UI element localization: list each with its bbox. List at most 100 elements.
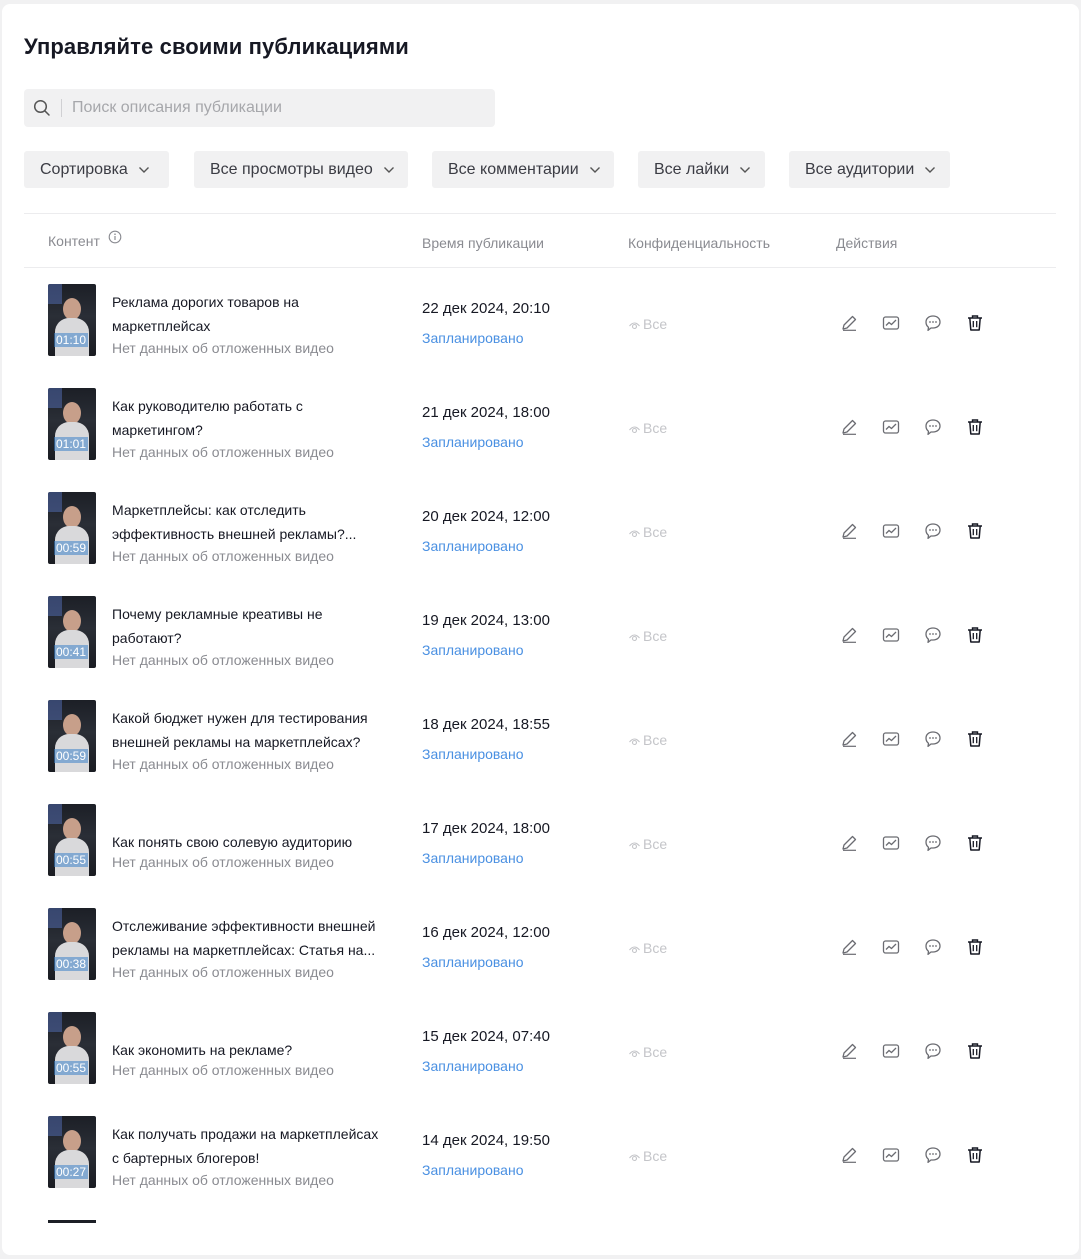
filter-sort[interactable]: Сортировка: [24, 151, 169, 188]
video-title[interactable]: Как получать продажи на маркетплейсах с …: [112, 1122, 387, 1170]
status-link[interactable]: Запланировано: [422, 642, 524, 658]
eye-icon: [628, 630, 641, 643]
comment-icon[interactable]: [922, 312, 944, 334]
pencil-icon[interactable]: [838, 728, 860, 750]
video-thumbnail[interactable]: 00:55: [48, 804, 96, 876]
trash-icon[interactable]: [964, 520, 986, 542]
privacy-label: Все: [643, 1148, 668, 1164]
video-subtitle: Нет данных об отложенных видео: [112, 964, 334, 980]
trash-icon[interactable]: [964, 624, 986, 646]
video-title[interactable]: Как понять свою солевую аудиторию: [112, 830, 387, 854]
video-title[interactable]: Как руководителю работать с маркетингом?: [112, 394, 387, 442]
filter-audience[interactable]: Все аудитории: [789, 151, 950, 188]
filter-label: Все аудитории: [805, 160, 915, 178]
table-row[interactable]: 00:38 Отслеживание эффективности внешней…: [2, 896, 1079, 1000]
comment-icon[interactable]: [922, 624, 944, 646]
comment-icon[interactable]: [922, 1144, 944, 1166]
chart-icon[interactable]: [880, 728, 902, 750]
chart-icon[interactable]: [880, 520, 902, 542]
comment-icon[interactable]: [922, 728, 944, 750]
video-thumbnail[interactable]: 00:59: [48, 700, 96, 772]
table-row[interactable]: 01:10 Реклама дорогих товаров на маркетп…: [2, 272, 1079, 376]
privacy-label: Все: [643, 940, 668, 956]
video-thumbnail[interactable]: 00:27: [48, 1116, 96, 1188]
search-input[interactable]: [72, 99, 472, 117]
publish-time: 16 дек 2024, 12:00: [422, 924, 550, 941]
status-link[interactable]: Запланировано: [422, 1162, 524, 1178]
status-link[interactable]: Запланировано: [422, 434, 524, 450]
publish-time: 14 дек 2024, 19:50: [422, 1132, 550, 1149]
privacy-value: Все: [628, 524, 667, 540]
video-title[interactable]: Отслеживание эффективности внешней рекла…: [112, 914, 387, 962]
video-title[interactable]: Реклама дорогих товаров на маркетплейсах: [112, 290, 387, 338]
filter-views[interactable]: Все просмотры видео: [194, 151, 408, 188]
table-row[interactable]: 00:27 Как получать продажи на маркетплей…: [2, 1104, 1079, 1208]
video-thumbnail[interactable]: 01:01: [48, 388, 96, 460]
trash-icon[interactable]: [964, 416, 986, 438]
filter-likes[interactable]: Все лайки: [638, 151, 765, 188]
pencil-icon[interactable]: [838, 936, 860, 958]
comment-icon[interactable]: [922, 936, 944, 958]
trash-icon[interactable]: [964, 936, 986, 958]
pencil-icon[interactable]: [838, 1040, 860, 1062]
status-link[interactable]: Запланировано: [422, 746, 524, 762]
video-subtitle: Нет данных об отложенных видео: [112, 444, 334, 460]
status-link[interactable]: Запланировано: [422, 1058, 524, 1074]
filter-comments[interactable]: Все комментарии: [432, 151, 614, 188]
table-row[interactable]: 00:59 Маркетплейсы: как отследить эффект…: [2, 480, 1079, 584]
comment-icon[interactable]: [922, 832, 944, 854]
pencil-icon[interactable]: [838, 1144, 860, 1166]
search-separator: [61, 99, 62, 117]
trash-icon[interactable]: [964, 1040, 986, 1062]
search-box[interactable]: [24, 89, 495, 127]
chart-icon[interactable]: [880, 624, 902, 646]
thumbnail-light: [48, 700, 62, 720]
status-link[interactable]: Запланировано: [422, 330, 524, 346]
status-link[interactable]: Запланировано: [422, 954, 524, 970]
trash-icon[interactable]: [964, 728, 986, 750]
video-title[interactable]: Маркетплейсы: как отследить эффективност…: [112, 498, 387, 546]
eye-icon: [628, 1150, 641, 1163]
video-thumbnail[interactable]: 00:55: [48, 1012, 96, 1084]
pencil-icon[interactable]: [838, 416, 860, 438]
video-thumbnail[interactable]: 00:41: [48, 596, 96, 668]
table-row[interactable]: 00:41 Почему рекламные креативы не работ…: [2, 584, 1079, 688]
chart-icon[interactable]: [880, 1144, 902, 1166]
video-subtitle: Нет данных об отложенных видео: [112, 756, 334, 772]
chevron-down-icon: [739, 166, 751, 174]
video-thumbnail[interactable]: 01:10: [48, 284, 96, 356]
thumbnail-person: [63, 298, 81, 320]
thumbnail-person: [63, 1026, 81, 1048]
chart-icon[interactable]: [880, 936, 902, 958]
chart-icon[interactable]: [880, 312, 902, 334]
trash-icon[interactable]: [964, 312, 986, 334]
thumbnail-light: [48, 596, 62, 616]
video-title[interactable]: Как экономить на рекламе?: [112, 1038, 387, 1062]
video-thumbnail[interactable]: 00:38: [48, 908, 96, 980]
pencil-icon[interactable]: [838, 832, 860, 854]
privacy-value: Все: [628, 628, 667, 644]
video-title[interactable]: Почему рекламные креативы не работают?: [112, 602, 387, 650]
pencil-icon[interactable]: [838, 520, 860, 542]
chart-icon[interactable]: [880, 832, 902, 854]
trash-icon[interactable]: [964, 832, 986, 854]
comment-icon[interactable]: [922, 416, 944, 438]
comment-icon[interactable]: [922, 1040, 944, 1062]
chart-icon[interactable]: [880, 1040, 902, 1062]
table-row[interactable]: 01:01 Как руководителю работать с маркет…: [2, 376, 1079, 480]
status-link[interactable]: Запланировано: [422, 538, 524, 554]
header-time: Время публикации: [422, 235, 545, 251]
comment-icon[interactable]: [922, 520, 944, 542]
trash-icon[interactable]: [964, 1144, 986, 1166]
table-row[interactable]: 00:59 Какой бюджет нужен для тестировани…: [2, 688, 1079, 792]
video-thumbnail[interactable]: 00:59: [48, 492, 96, 564]
video-title[interactable]: Какой бюджет нужен для тестирования внеш…: [112, 706, 387, 754]
chart-icon[interactable]: [880, 416, 902, 438]
publish-time: 22 дек 2024, 20:10: [422, 300, 550, 317]
pencil-icon[interactable]: [838, 624, 860, 646]
info-icon: [108, 230, 122, 247]
table-row[interactable]: 00:55 Как понять свою солевую аудиторию …: [2, 792, 1079, 896]
table-row[interactable]: 00:55 Как экономить на рекламе? Нет данн…: [2, 1000, 1079, 1104]
status-link[interactable]: Запланировано: [422, 850, 524, 866]
pencil-icon[interactable]: [838, 312, 860, 334]
